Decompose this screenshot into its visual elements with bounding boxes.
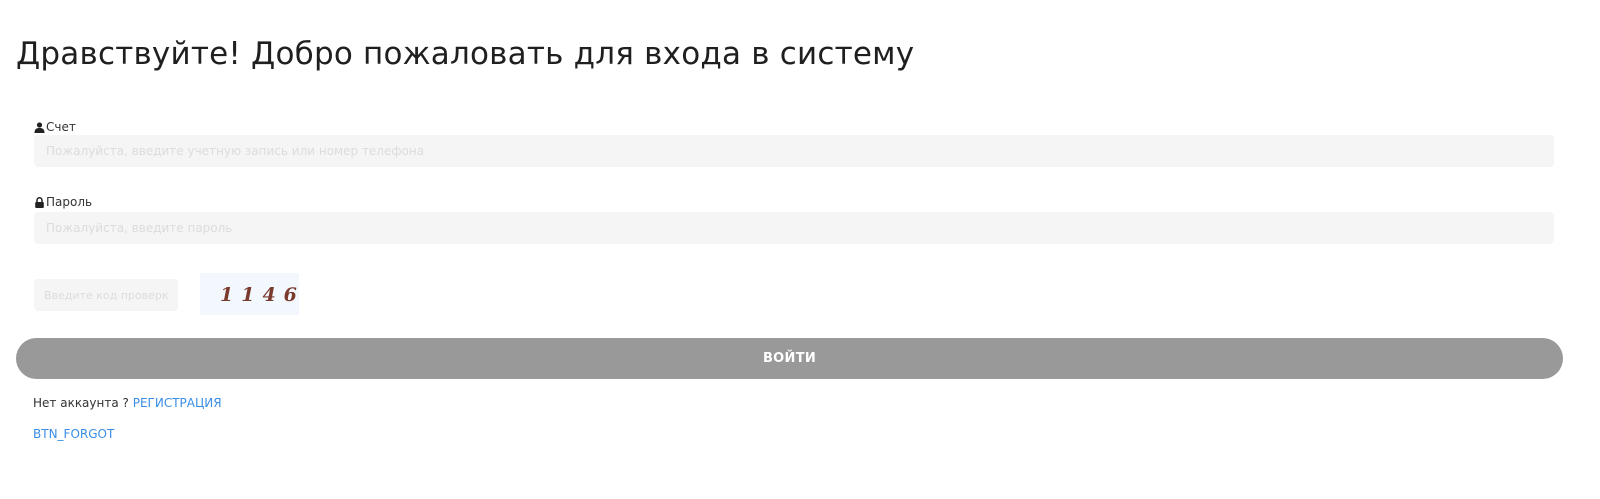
register-line: Нет аккаунта ? РЕГИСТРАЦИЯ	[33, 396, 222, 410]
captcha-image[interactable]: 1146	[200, 273, 299, 315]
login-page: Дравствуйте! Добро пожаловать для входа …	[0, 0, 1600, 499]
user-icon	[34, 121, 45, 133]
account-input[interactable]	[34, 135, 1554, 167]
register-prompt: Нет аккаунта ?	[33, 396, 133, 410]
password-label: Пароль	[34, 195, 92, 209]
password-input[interactable]	[34, 212, 1554, 244]
login-button[interactable]: ВОЙТИ	[16, 338, 1563, 379]
captcha-input[interactable]	[34, 279, 178, 311]
register-link[interactable]: РЕГИСТРАЦИЯ	[133, 396, 222, 410]
account-label: Счет	[34, 120, 76, 134]
page-title: Дравствуйте! Добро пожаловать для входа …	[16, 36, 915, 72]
forgot-password-link[interactable]: BTN_FORGOT	[33, 427, 114, 441]
password-label-text: Пароль	[46, 195, 93, 209]
account-label-text: Счет	[46, 120, 76, 134]
captcha-code: 1146	[220, 284, 299, 306]
lock-icon	[34, 196, 45, 208]
